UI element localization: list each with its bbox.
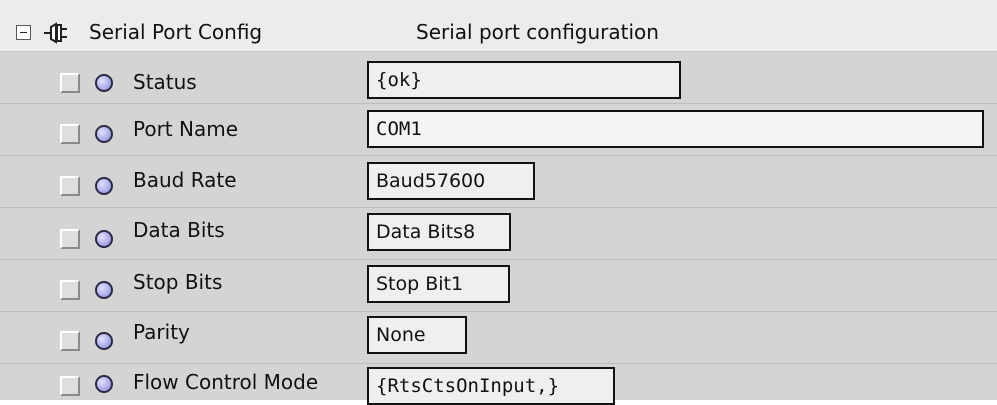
slot-status-dot-icon xyxy=(95,74,113,92)
component-title: Serial Port Config xyxy=(89,20,263,44)
parity-select[interactable]: None xyxy=(367,316,467,354)
row-select-checkbox[interactable] xyxy=(60,331,80,351)
collapse-minus-icon[interactable] xyxy=(16,25,31,40)
row-select-checkbox[interactable] xyxy=(60,176,80,196)
property-row-parity[interactable]: Parity None xyxy=(0,312,997,364)
data-bits-select[interactable]: Data Bits8 xyxy=(367,213,511,251)
property-label: Parity xyxy=(133,320,190,344)
property-row-port-name[interactable]: Port Name COM1 xyxy=(0,104,997,156)
property-label: Port Name xyxy=(133,117,239,141)
property-label: Stop Bits xyxy=(133,270,223,294)
slot-status-dot-icon xyxy=(95,177,113,195)
component-description: Serial port configuration xyxy=(416,20,659,44)
baud-rate-select[interactable]: Baud57600 xyxy=(367,162,535,200)
flow-control-mode-field[interactable]: {RtsCtsOnInput,} xyxy=(367,367,615,405)
property-row-status[interactable]: Status {ok} xyxy=(0,52,997,104)
row-select-checkbox[interactable] xyxy=(60,124,80,144)
status-value-field[interactable]: {ok} xyxy=(367,61,681,99)
property-label: Baud Rate xyxy=(133,168,237,192)
plug-icon xyxy=(44,22,67,44)
property-row-stop-bits[interactable]: Stop Bits Stop Bit1 xyxy=(0,260,997,312)
slot-status-dot-icon xyxy=(95,230,113,248)
slot-status-dot-icon xyxy=(95,375,113,393)
component-header-row[interactable]: Serial Port Config Serial port configura… xyxy=(0,0,997,52)
slot-status-dot-icon xyxy=(95,125,113,143)
property-row-baud-rate[interactable]: Baud Rate Baud57600 xyxy=(0,156,997,208)
property-label: Data Bits xyxy=(133,218,225,242)
property-label: Flow Control Mode xyxy=(133,370,319,394)
slot-status-dot-icon xyxy=(95,332,113,350)
stop-bits-select[interactable]: Stop Bit1 xyxy=(367,265,510,303)
row-select-checkbox[interactable] xyxy=(60,73,80,93)
row-select-checkbox[interactable] xyxy=(60,280,80,300)
port-name-input[interactable]: COM1 xyxy=(367,110,984,148)
slot-status-dot-icon xyxy=(95,281,113,299)
property-sheet: Serial Port Config Serial port configura… xyxy=(0,0,997,405)
property-row-data-bits[interactable]: Data Bits Data Bits8 xyxy=(0,208,997,260)
property-row-flow-control-mode[interactable]: Flow Control Mode {RtsCtsOnInput,} xyxy=(0,364,997,405)
property-label: Status xyxy=(133,70,197,94)
row-select-checkbox[interactable] xyxy=(60,229,80,249)
row-select-checkbox[interactable] xyxy=(60,376,80,396)
